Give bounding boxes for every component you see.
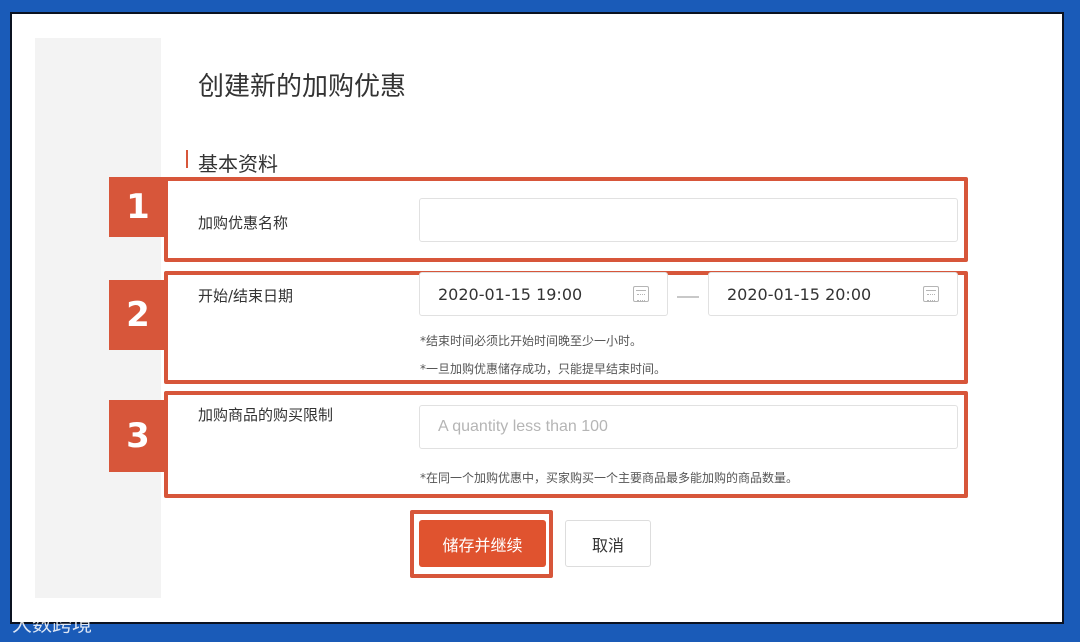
step-badge-1: 1 [109,177,167,237]
date-range-label: 开始/结束日期 [198,287,294,305]
end-date-input[interactable]: 2020-01-15 20:00 [708,272,958,316]
promo-name-label: 加购优惠名称 [198,214,289,232]
calendar-icon[interactable] [633,286,649,302]
date-range-separator [677,296,699,298]
date-hint-2: *一旦加购优惠储存成功，只能提早结束时间。 [420,362,667,376]
purchase-limit-label: 加购商品的购买限制 [198,406,334,424]
calendar-icon[interactable] [923,286,939,302]
purchase-limit-input[interactable] [419,405,958,449]
purchase-limit-hint: *在同一个加购优惠中，买家购买一个主要商品最多能加购的商品数量。 [420,471,799,485]
date-hint-1: *结束时间必须比开始时间晚至少一小时。 [420,334,643,348]
start-date-input[interactable]: 2020-01-15 19:00 [419,272,668,316]
step-badge-2: 2 [109,280,167,350]
start-date-value: 2020-01-15 19:00 [438,284,583,304]
watermark-logo: 大数跨境 [12,612,92,636]
section-title: 基本资料 [186,148,278,177]
cancel-button[interactable]: 取消 [565,520,651,567]
save-continue-button[interactable]: 储存并继续 [419,520,546,567]
page-title: 创建新的加购优惠 [198,72,407,102]
step-badge-3: 3 [109,400,167,472]
promo-name-input[interactable] [419,198,958,242]
end-date-value: 2020-01-15 20:00 [727,284,872,304]
